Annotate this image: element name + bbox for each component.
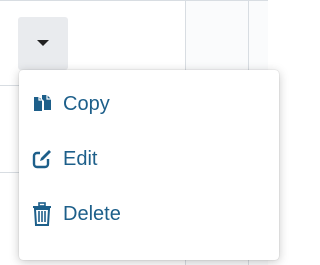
dropdown-menu: Copy Edit Delete (19, 70, 279, 260)
edit-icon (31, 147, 53, 171)
dropdown-toggle-button[interactable] (18, 17, 68, 70)
menu-item-label: Edit (63, 148, 98, 170)
menu-item-label: Delete (63, 203, 121, 225)
menu-item-edit[interactable]: Edit (19, 137, 268, 181)
caret-down-icon (37, 40, 49, 46)
menu-item-delete[interactable]: Delete (19, 192, 268, 236)
menu-item-label: Copy (63, 93, 110, 115)
trash-icon (31, 202, 53, 226)
table-row-divider (0, 0, 268, 1)
table-row-divider (0, 85, 20, 86)
copy-icon (31, 92, 53, 116)
table-row-divider (0, 172, 20, 173)
menu-item-copy[interactable]: Copy (19, 82, 268, 126)
